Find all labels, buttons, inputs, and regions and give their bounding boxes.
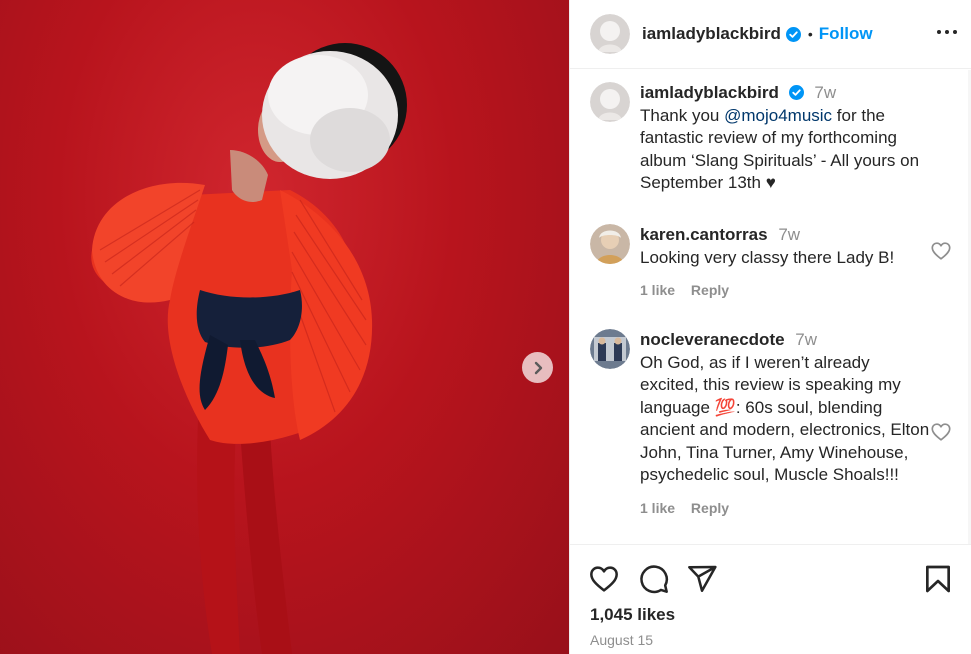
comments-list[interactable]: iamladyblackbird 7w Thank you @mojo4musi…	[570, 70, 971, 544]
comment-meta: 1 like Reply	[640, 279, 930, 302]
heart-icon[interactable]	[930, 240, 952, 262]
author-username[interactable]: iamladyblackbird	[642, 24, 781, 44]
heart-icon[interactable]	[930, 421, 952, 443]
commenter-avatar[interactable]	[590, 329, 630, 369]
comment-meta: 1 like Reply	[640, 497, 930, 520]
post-header: iamladyblackbird • Follow	[570, 0, 971, 69]
comment-body: nocleveranecdote 7w Oh God, as if I were…	[640, 329, 930, 519]
instagram-post-view: iamladyblackbird • Follow iamladyblackbi…	[0, 0, 971, 654]
comment-like-count[interactable]: 1 like	[640, 282, 675, 298]
comment-body: karen.cantorras 7w Looking very classy t…	[640, 224, 930, 302]
comment-item: nocleveranecdote 7w Oh God, as if I were…	[590, 329, 952, 519]
comment-reply-button[interactable]: Reply	[691, 282, 729, 298]
caption-username[interactable]: iamladyblackbird	[640, 83, 779, 102]
comment-username[interactable]: nocleveranecdote	[640, 330, 785, 349]
heart-icon[interactable]	[588, 563, 620, 595]
comment-text: Looking very classy there Lady B!	[640, 247, 895, 267]
post-media[interactable]	[0, 0, 569, 654]
comment-time[interactable]: 7w	[795, 330, 817, 349]
follow-button[interactable]: Follow	[819, 24, 873, 44]
comment-text: Oh God, as if I weren’t already excited,…	[640, 352, 930, 485]
bookmark-icon[interactable]	[922, 563, 954, 595]
next-image-button[interactable]	[522, 352, 553, 383]
verified-badge-icon	[785, 26, 801, 42]
author-avatar[interactable]	[590, 82, 630, 122]
comment-like-count[interactable]: 1 like	[640, 500, 675, 516]
comment-item: karen.cantorras 7w Looking very classy t…	[590, 224, 952, 302]
author-avatar[interactable]	[590, 14, 630, 54]
comment-icon[interactable]	[638, 563, 670, 595]
post-side-panel: iamladyblackbird • Follow iamladyblackbi…	[569, 0, 971, 654]
header-separator: •	[807, 26, 813, 42]
post-actions: 1,045 likes August 15	[570, 544, 971, 648]
comment-time[interactable]: 7w	[778, 225, 800, 244]
post-date[interactable]: August 15	[590, 632, 653, 648]
more-options-icon[interactable]	[933, 20, 961, 44]
comment-reply-button[interactable]: Reply	[691, 500, 729, 516]
like-count[interactable]: 1,045 likes	[590, 605, 675, 625]
caption-mention-link[interactable]: @mojo4music	[724, 106, 832, 125]
comment-username[interactable]: karen.cantorras	[640, 225, 768, 244]
caption-time[interactable]: 7w	[814, 83, 836, 102]
commenter-avatar[interactable]	[590, 224, 630, 264]
caption-body: iamladyblackbird 7w Thank you @mojo4musi…	[640, 82, 930, 195]
post-photo	[91, 43, 407, 654]
post-caption: iamladyblackbird 7w Thank you @mojo4musi…	[590, 82, 952, 195]
caption-prefix: Thank you	[640, 105, 725, 125]
chevron-right-icon	[534, 361, 542, 374]
verified-badge-icon	[788, 85, 804, 100]
send-icon[interactable]	[686, 563, 718, 595]
caption-text: Thank you @mojo4music for the fantastic …	[640, 105, 930, 195]
